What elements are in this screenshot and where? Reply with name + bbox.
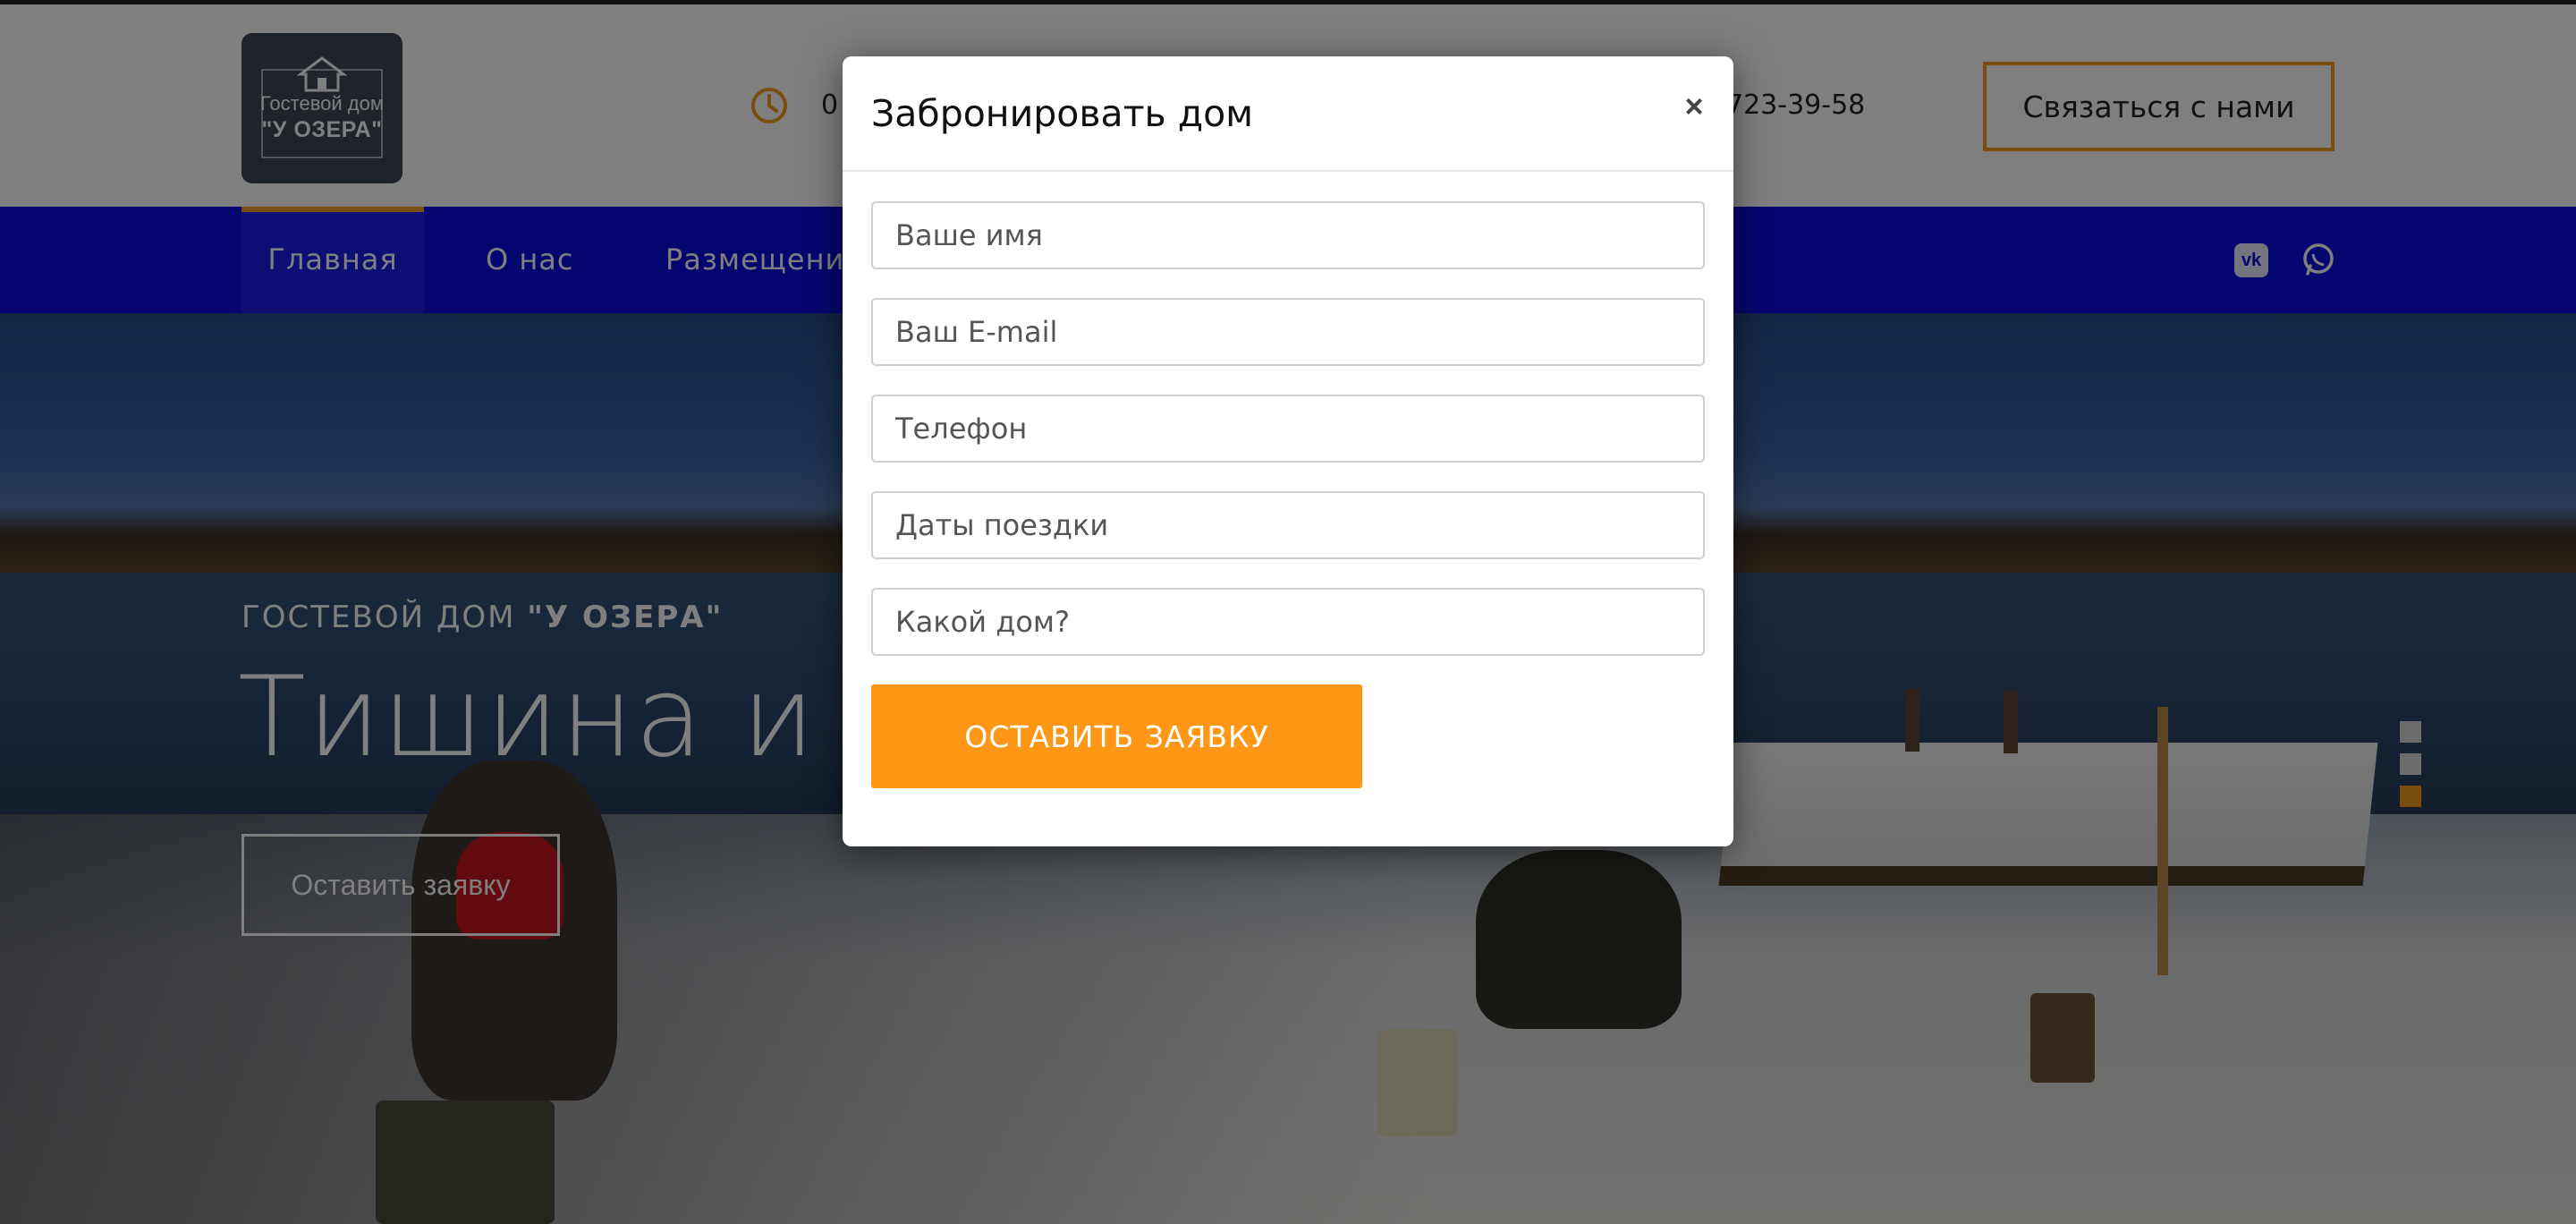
modal-header: Забронировать дом × xyxy=(843,56,1733,172)
submit-request-button[interactable]: ОСТАВИТЬ ЗАЯВКУ xyxy=(871,684,1362,788)
modal-title: Забронировать дом xyxy=(871,92,1254,135)
name-field[interactable] xyxy=(871,201,1705,269)
booking-modal: Забронировать дом × ОСТАВИТЬ ЗАЯВКУ xyxy=(843,56,1733,846)
house-field[interactable] xyxy=(871,588,1705,656)
phone-field[interactable] xyxy=(871,395,1705,463)
close-icon[interactable]: × xyxy=(1674,87,1714,126)
email-field[interactable] xyxy=(871,298,1705,366)
trip-dates-field[interactable] xyxy=(871,491,1705,559)
